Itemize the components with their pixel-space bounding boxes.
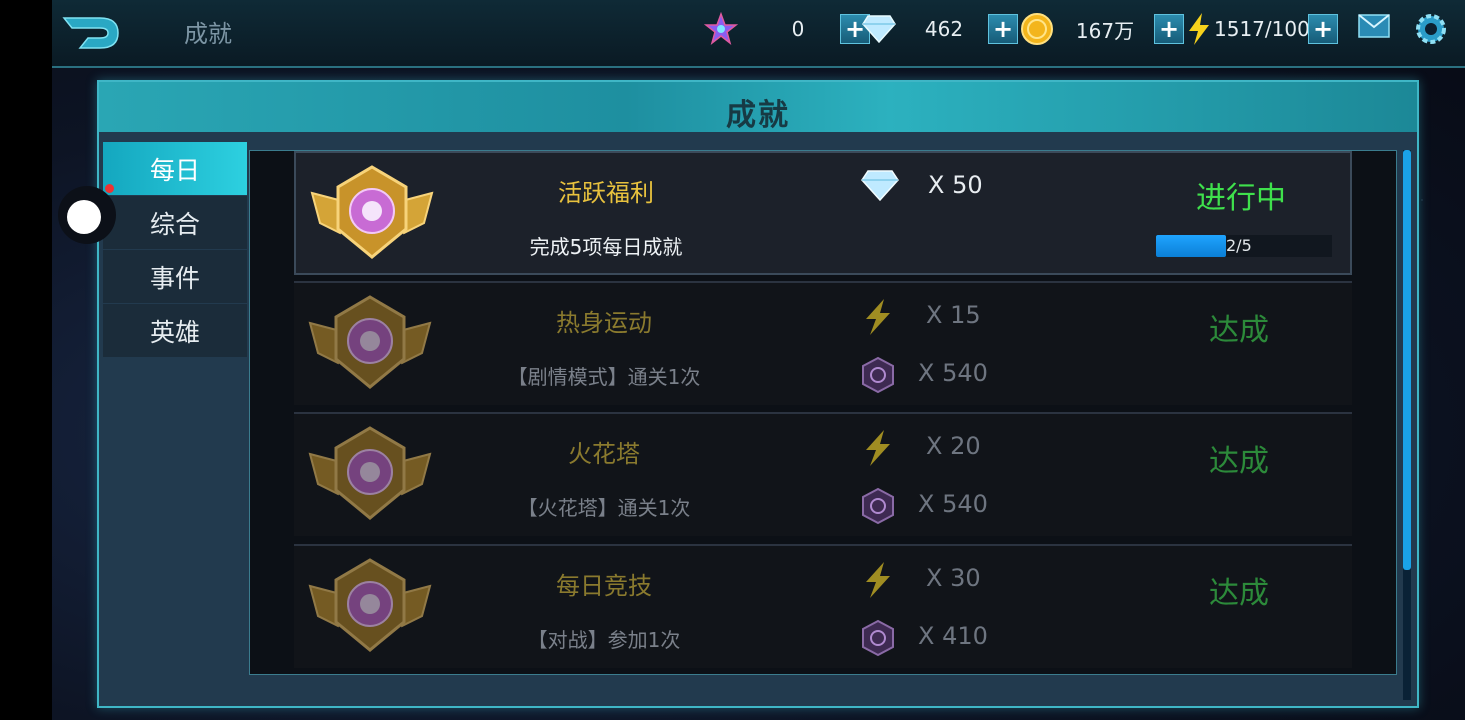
reward-amount: X 30 <box>926 564 981 592</box>
medal-badge-icon <box>308 295 432 389</box>
status-label: 达成 <box>1209 444 1269 479</box>
achievement-name: 活跃福利 <box>558 179 654 207</box>
tab-label: 综合 <box>149 209 200 239</box>
hex-token-icon <box>862 487 894 525</box>
achievement-list[interactable]: 活跃福利 完成5项每日成就 X 50 进行中 2/5 热身运动 【剧情模式】通关… <box>249 150 1397 675</box>
panel-header: 成就 <box>99 82 1417 133</box>
reward-amount: X 540 <box>918 359 988 387</box>
achievement-desc: 完成5项每日成就 <box>529 235 683 259</box>
tab-heroes[interactable]: 英雄 <box>103 304 247 357</box>
screen-edge <box>0 0 52 720</box>
category-tabs: 每日 综合 事件 英雄 <box>103 142 247 358</box>
progress-text: 2/5 <box>1226 236 1252 255</box>
panel-title: 成就 <box>726 98 790 133</box>
diamond-resource: 462 + <box>862 10 1018 48</box>
progress-bar: 2/5 <box>1156 235 1332 257</box>
hex-token-icon <box>862 356 894 394</box>
energy-resource: 1517/100 + <box>1186 10 1338 48</box>
scrollbar[interactable] <box>1403 150 1411 700</box>
reward-amount: X 20 <box>926 432 981 460</box>
gear-icon[interactable] <box>1412 10 1450 48</box>
achievement-desc: 【火花塔】通关1次 <box>517 496 691 520</box>
achievement-row[interactable]: 火花塔 【火花塔】通关1次 X 20 X 540 达成 <box>294 412 1352 536</box>
lightning-icon <box>1189 13 1209 45</box>
hex-token-icon <box>862 619 894 657</box>
gold-count: 167万 <box>1075 18 1135 43</box>
diamond-icon <box>862 15 896 44</box>
achievement-row[interactable]: 热身运动 【剧情模式】通关1次 X 15 X 540 达成 <box>294 281 1352 405</box>
tab-daily[interactable]: 每日 <box>103 142 247 195</box>
status-label: 进行中 <box>1196 181 1286 216</box>
reward-amount: X 540 <box>918 490 988 518</box>
back-icon[interactable] <box>60 12 124 54</box>
add-gold-button[interactable]: + <box>1154 14 1184 44</box>
achievement-panel: 成就 每日 综合 事件 英雄 活跃福利 完成5项每日成就 X 50 进行中 2/… <box>97 80 1419 708</box>
achievement-name: 每日竞技 <box>556 572 652 600</box>
status-label: 达成 <box>1209 313 1269 348</box>
reward-amount: X 410 <box>918 622 988 650</box>
star-gem-count: 0 <box>791 17 805 41</box>
achievement-name: 热身运动 <box>556 309 652 337</box>
medal-badge-icon <box>308 426 432 520</box>
assist-dot <box>67 200 101 234</box>
gold-resource: 167万 + <box>1020 10 1184 48</box>
reward-amount: X 50 <box>928 171 983 199</box>
achievement-row[interactable]: 每日竞技 【对战】参加1次 X 30 X 410 达成 <box>294 544 1352 668</box>
lightning-icon <box>866 299 890 335</box>
floating-assist-button[interactable] <box>58 186 116 244</box>
achievement-name: 火花塔 <box>568 440 640 468</box>
star-gem-resource: 0 + <box>704 10 870 48</box>
tab-label: 每日 <box>149 155 200 185</box>
tab-general[interactable]: 综合 <box>103 196 247 249</box>
tab-events[interactable]: 事件 <box>103 250 247 303</box>
medal-badge-icon <box>310 165 434 259</box>
gold-coin-icon <box>1021 13 1053 45</box>
lightning-icon <box>866 430 890 466</box>
energy-count: 1517/100 <box>1214 17 1310 41</box>
tab-label: 事件 <box>149 263 200 293</box>
star-gem-icon <box>704 12 738 45</box>
medal-badge-icon <box>308 558 432 652</box>
add-diamond-button[interactable]: + <box>988 14 1018 44</box>
scrollbar-thumb[interactable] <box>1403 150 1411 570</box>
reward-amount: X 15 <box>926 301 981 329</box>
lightning-icon <box>866 562 890 598</box>
tab-label: 英雄 <box>149 317 200 347</box>
page-title: 成就 <box>184 20 232 48</box>
add-energy-button[interactable]: + <box>1308 14 1338 44</box>
diamond-count: 462 <box>924 17 964 41</box>
status-label: 达成 <box>1209 576 1269 611</box>
achievement-desc: 【对战】参加1次 <box>527 628 681 652</box>
top-bar: 成就 0 + 462 + 167万 + 1517/100 + <box>52 0 1465 68</box>
achievement-desc: 【剧情模式】通关1次 <box>507 365 701 389</box>
progress-fill <box>1156 235 1227 257</box>
achievement-row[interactable]: 活跃福利 完成5项每日成就 X 50 进行中 2/5 <box>294 151 1352 275</box>
diamond-icon <box>861 170 899 202</box>
mail-icon[interactable] <box>1358 14 1390 38</box>
notification-dot <box>105 184 114 193</box>
